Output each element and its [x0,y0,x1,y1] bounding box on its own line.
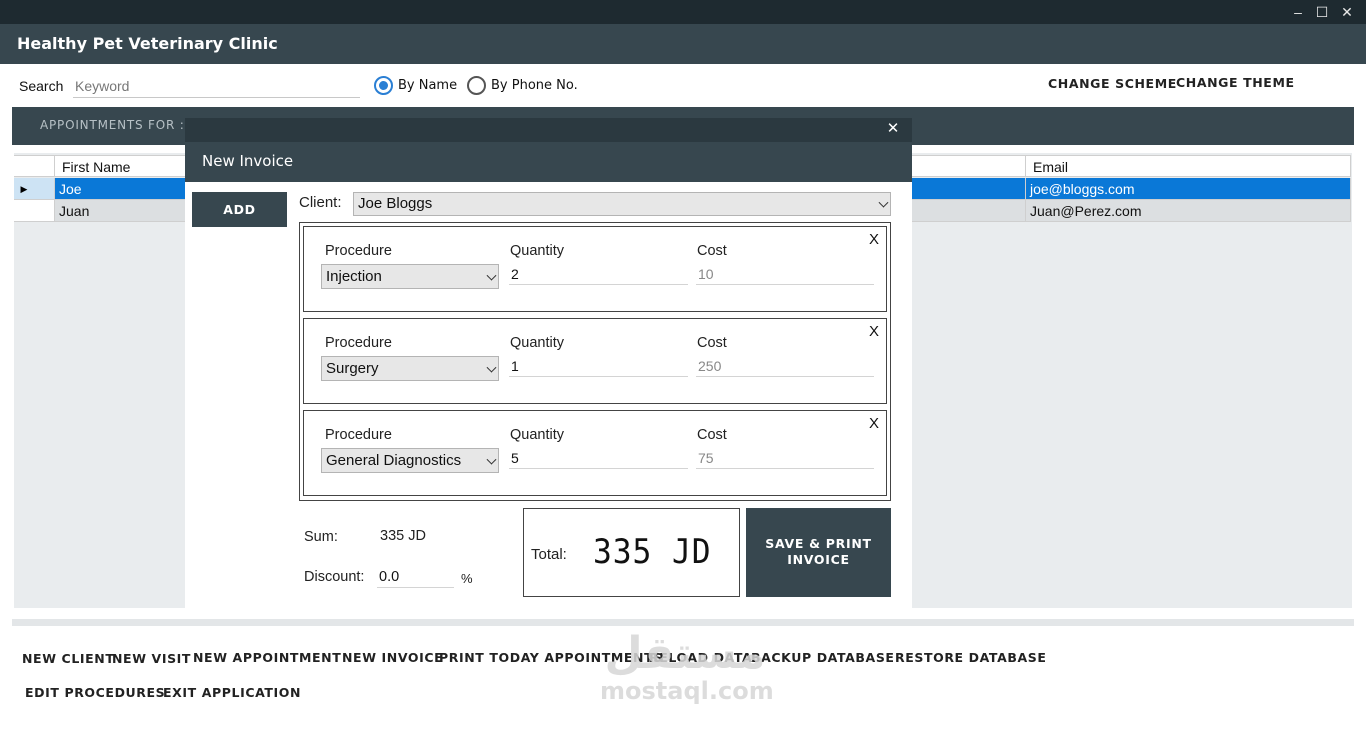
app-header: Healthy Pet Veterinary Clinic [0,24,1366,64]
watermark-logo: مستقل mostaql.com [600,630,774,720]
change-theme-button[interactable]: CHANGE THEME [1176,75,1295,90]
edit-procedures-button[interactable]: EDIT PROCEDURES [25,685,165,700]
row-selector[interactable] [14,200,55,222]
client-label: Client: [299,194,342,211]
remove-procedure-button[interactable]: X [867,324,881,340]
close-icon[interactable]: ✕ [1336,2,1358,22]
divider [12,619,1354,626]
app-title: Healthy Pet Veterinary Clinic [17,34,278,53]
procedure-select[interactable]: Surgery [321,356,499,381]
dialog-close-icon[interactable]: ✕ [884,119,902,139]
quantity-field[interactable]: 2 [509,265,688,285]
procedure-label: Procedure [325,243,392,259]
sum-label: Sum: [304,529,338,545]
total-label: Total: [531,546,567,563]
save-button-label-line2: INVOICE [787,552,850,567]
minimize-icon[interactable]: – [1287,2,1309,22]
maximize-icon[interactable]: ☐ [1311,2,1333,22]
change-scheme-button[interactable]: CHANGE SCHEME [1048,76,1177,91]
procedure-select[interactable]: General Diagnostics [321,448,499,473]
quantity-field[interactable]: 1 [509,357,688,377]
search-label: Search [19,78,64,94]
percent-label: % [461,571,473,586]
total-value: 335 JD [593,532,712,572]
new-client-button[interactable]: NEW CLIENT [22,651,114,666]
quantity-label: Quantity [510,335,564,351]
dialog-titlebar [185,118,912,142]
quantity-label: Quantity [510,427,564,443]
cost-label: Cost [697,427,727,443]
procedure-select-value: Surgery [326,360,379,377]
chevron-down-icon [486,270,497,281]
remove-procedure-button[interactable]: X [867,232,881,248]
procedure-label: Procedure [325,427,392,443]
add-procedure-button[interactable]: ADD [192,192,287,227]
cost-label: Cost [697,335,727,351]
remove-procedure-button[interactable]: X [867,416,881,432]
cost-label: Cost [697,243,727,259]
chevron-down-icon [486,362,497,373]
client-select-value: Joe Bloggs [358,195,433,212]
search-input[interactable] [73,74,360,98]
quantity-label: Quantity [510,243,564,259]
save-print-invoice-button[interactable]: SAVE & PRINT INVOICE [746,508,891,597]
chevron-down-icon [878,197,889,208]
procedure-label: Procedure [325,335,392,351]
print-today-appointments-button[interactable]: PRINT TODAY APPOINTMENTS [439,650,663,665]
cost-field: 75 [696,449,874,469]
backup-database-button[interactable]: BACKUP DATABASE [751,650,895,665]
by-name-label[interactable]: By Name [398,78,457,93]
procedure-select-value: General Diagnostics [326,452,462,469]
client-select[interactable]: Joe Bloggs [353,192,891,216]
restore-database-button[interactable]: RESTORE DATABASE [895,650,1047,665]
chevron-down-icon [486,454,497,465]
reload-data-button[interactable]: RELOAD DATA [649,650,752,665]
dialog-title: New Invoice [202,152,294,170]
new-visit-button[interactable]: NEW VISIT [112,651,191,666]
save-button-label-line1: SAVE & PRINT [765,536,872,551]
by-name-radio[interactable] [374,76,393,95]
row-selector-icon[interactable]: ▶ [14,178,55,200]
cell-email[interactable]: Juan@Perez.com [1026,200,1351,222]
quantity-field[interactable]: 5 [509,449,688,469]
discount-label: Discount: [304,569,365,585]
row-header-cell [14,155,55,177]
cost-field: 10 [696,265,874,285]
dialog-header: New Invoice [185,142,912,182]
cell-email[interactable]: joe@bloggs.com [1026,178,1351,200]
appointments-label: APPOINTMENTS FOR : [40,118,185,132]
new-appointment-button[interactable]: NEW APPOINTMENT [193,650,341,665]
new-invoice-button[interactable]: NEW INVOICE [342,650,443,665]
by-phone-radio[interactable] [467,76,486,95]
exit-application-button[interactable]: EXIT APPLICATION [163,685,301,700]
window-titlebar: – ☐ ✕ [0,0,1366,24]
sum-value: 335 JD [380,528,426,544]
procedure-select-value: Injection [326,268,382,285]
by-phone-label[interactable]: By Phone No. [491,78,578,93]
cost-field: 250 [696,357,874,377]
column-header-email[interactable]: Email [1026,155,1351,177]
discount-field[interactable]: 0.0 [377,568,454,588]
procedure-select[interactable]: Injection [321,264,499,289]
watermark-latin: mostaql.com [600,677,774,705]
